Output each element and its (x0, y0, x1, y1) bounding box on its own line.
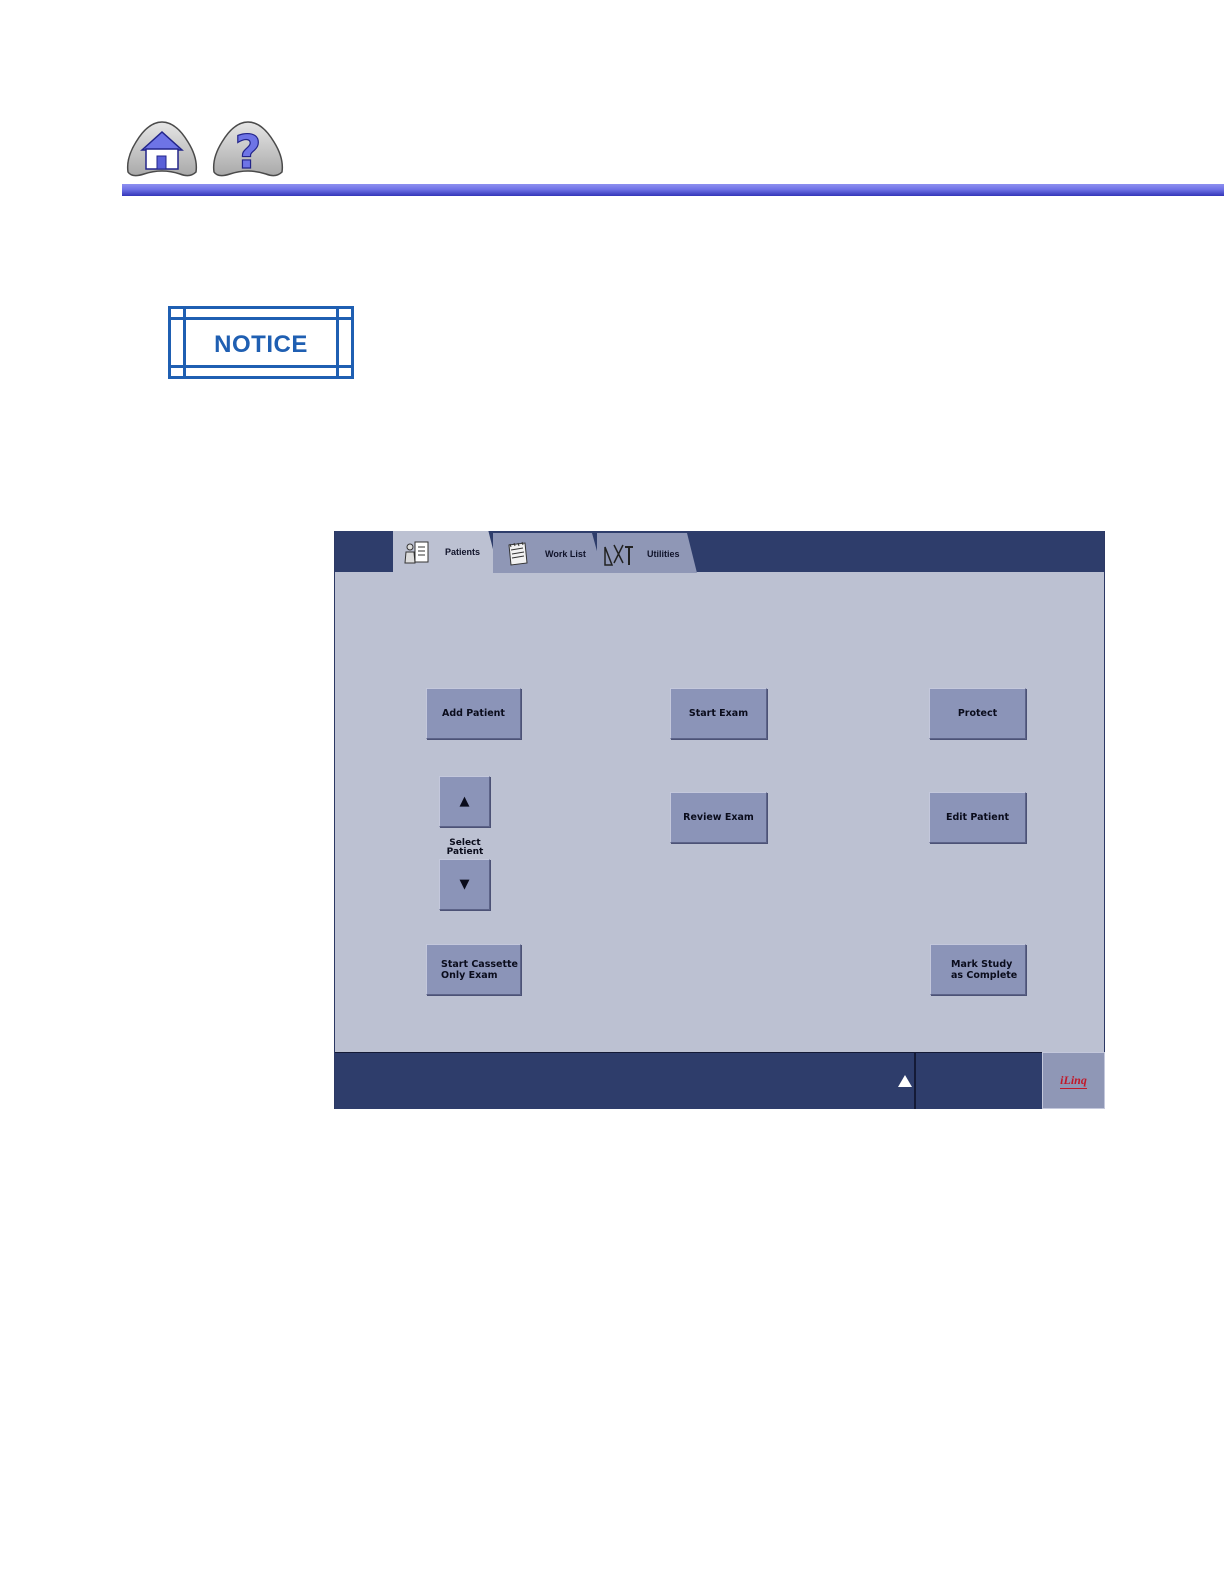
status-bar-spacer (916, 1052, 1042, 1109)
select-patient-label: Select Patient (446, 838, 484, 857)
svg-text:?: ? (235, 125, 262, 179)
review-exam-button[interactable]: Review Exam (670, 792, 767, 843)
status-bar (335, 1052, 916, 1109)
mark-study-complete-button[interactable]: Mark Study as Complete (930, 944, 1026, 995)
ilinq-button[interactable]: iLinq (1042, 1052, 1105, 1109)
select-patient-down-button[interactable]: ▼ (439, 859, 490, 910)
help-button[interactable]: ? (210, 118, 286, 180)
patients-screen: Patients Work List Utilities Add Patient… (334, 531, 1105, 1109)
notice-box: NOTICE (168, 306, 354, 379)
protect-button[interactable]: Protect (929, 688, 1026, 739)
tab-work-list[interactable]: Work List (493, 533, 603, 573)
tools-icon (604, 544, 633, 566)
add-patient-button[interactable]: Add Patient (426, 688, 521, 739)
edit-patient-button[interactable]: Edit Patient (929, 792, 1026, 843)
tab-utilities-label: Utilities (647, 549, 680, 559)
notepad-icon (508, 541, 528, 566)
ilinq-logo: iLinq (1060, 1072, 1087, 1089)
tab-work-list-label: Work List (545, 549, 586, 559)
tab-bar: Patients Work List Utilities (335, 531, 1104, 573)
patient-clipboard-icon (404, 541, 429, 564)
start-exam-button[interactable]: Start Exam (670, 688, 767, 739)
home-icon (126, 121, 198, 177)
header-rule (122, 184, 1224, 196)
tab-patients-label: Patients (445, 547, 481, 557)
notice-label: NOTICE (214, 331, 308, 358)
tab-patients[interactable]: Patients (393, 531, 499, 573)
start-cassette-only-exam-button[interactable]: Start Cassette Only Exam (426, 944, 521, 995)
tab-utilities[interactable]: Utilities (597, 533, 697, 573)
select-patient-up-button[interactable]: ▲ (439, 776, 490, 827)
triangle-up-icon[interactable] (897, 1073, 913, 1089)
question-mark-icon: ? (212, 121, 284, 180)
home-button[interactable] (124, 118, 200, 180)
